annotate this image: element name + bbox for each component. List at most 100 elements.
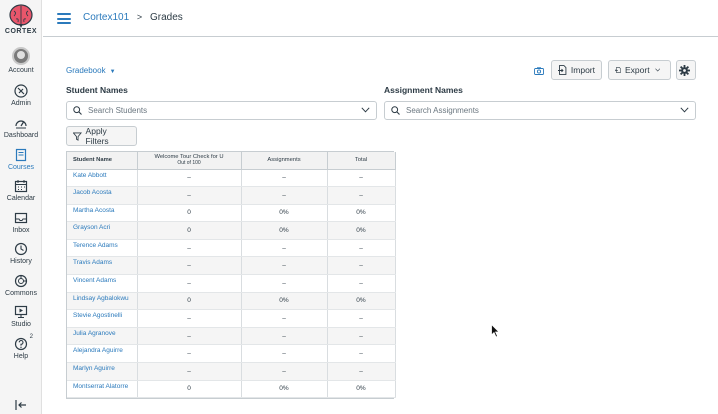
table-row: Kate Abbott – – –: [67, 169, 396, 188]
assignments-cell: –: [241, 274, 328, 293]
gradebook-menu[interactable]: Gradebook ▼: [66, 66, 116, 75]
nav-label: Courses: [7, 164, 35, 171]
assignments-cell: –: [241, 169, 328, 188]
collapse-icon: [15, 400, 26, 410]
student-name-link[interactable]: Martha Acosta: [67, 204, 138, 223]
menu-line: [57, 17, 71, 20]
grade-cell[interactable]: –: [137, 256, 242, 276]
assignments-cell: –: [241, 309, 328, 328]
table-row: Martha Acosta 0 0% 0%: [67, 204, 396, 223]
nav-label: History: [10, 258, 32, 265]
apply-filters-button[interactable]: Apply Filters: [66, 126, 137, 146]
nav-account[interactable]: Account: [0, 47, 42, 74]
student-name-link[interactable]: Terence Adams: [67, 239, 138, 258]
student-name-link[interactable]: Stevie Agostinelli: [67, 309, 138, 328]
search-assignments-placeholder: Search Assignments: [406, 106, 479, 115]
student-name-link[interactable]: Vincent Adams: [67, 274, 138, 293]
breadcrumb-separator: >: [136, 12, 143, 22]
student-name-link[interactable]: Grayson Acri: [67, 221, 138, 240]
student-name-link[interactable]: Travis Adams: [67, 256, 138, 276]
inbox-icon: [14, 212, 28, 224]
assignments-cell: 0%: [241, 380, 328, 399]
chevron-down-icon: [654, 68, 660, 72]
chevron-down-icon[interactable]: [361, 107, 370, 113]
apply-filters-label: Apply Filters: [85, 126, 109, 146]
import-button[interactable]: Import: [551, 60, 602, 80]
grade-cell[interactable]: –: [137, 362, 242, 381]
nav-admin[interactable]: Admin: [0, 84, 42, 107]
student-name-link[interactable]: Montserrat Alatorre: [67, 380, 138, 399]
column-header-assignments[interactable]: Assignments: [241, 152, 328, 170]
hamburger-menu-button[interactable]: [57, 13, 71, 24]
student-names-label: Student Names: [66, 85, 128, 95]
breadcrumb-current: Grades: [149, 12, 183, 23]
camera-icon[interactable]: [534, 67, 544, 75]
search-assignments-input[interactable]: Search Assignments: [384, 101, 696, 120]
total-cell: 0%: [327, 221, 396, 240]
nav-courses[interactable]: Courses: [0, 148, 42, 171]
grade-cell[interactable]: –: [137, 186, 242, 205]
import-label: Import: [570, 65, 595, 75]
assignments-cell: –: [241, 327, 328, 346]
total-cell: 0%: [327, 292, 396, 311]
nav-history[interactable]: History: [0, 242, 42, 265]
nav-dashboard[interactable]: Dashboard: [0, 116, 42, 139]
assignments-cell: –: [241, 362, 328, 381]
assignments-cell: 0%: [241, 221, 328, 240]
nav-inbox[interactable]: Inbox: [0, 211, 42, 234]
student-name-link[interactable]: Jacob Acosta: [67, 186, 138, 205]
nav-help[interactable]: 2 Help: [0, 334, 42, 360]
grade-cell[interactable]: –: [137, 309, 242, 328]
assignments-cell: –: [241, 344, 328, 364]
column-header-total[interactable]: Total: [327, 152, 396, 170]
nav-label: Commons: [5, 290, 37, 297]
student-name-link[interactable]: Marlyn Aguirre: [67, 362, 138, 381]
grade-cell[interactable]: –: [137, 327, 242, 346]
collapse-nav-button[interactable]: [0, 398, 42, 414]
nav-studio[interactable]: Studio: [0, 305, 42, 328]
export-button[interactable]: Export: [608, 60, 671, 80]
total-cell: –: [327, 344, 396, 364]
points-possible: Out of 100: [177, 160, 201, 167]
assignments-cell: 0%: [241, 292, 328, 311]
nav-label: Account: [8, 67, 34, 74]
nav-calendar[interactable]: Calendar: [0, 179, 42, 202]
table-row: Montserrat Alatorre 0 0% 0%: [67, 380, 396, 399]
search-icon: [391, 106, 400, 115]
column-header-label: Welcome Tour Check for U: [154, 153, 224, 160]
grade-cell[interactable]: 0: [137, 292, 242, 311]
assignments-cell: –: [241, 186, 328, 205]
breadcrumb-course-link[interactable]: Cortex101: [83, 12, 129, 23]
cortex-logo[interactable]: CORTEX: [4, 3, 38, 39]
student-name-link[interactable]: Alejandra Aguirre: [67, 344, 138, 364]
gradebook-settings-button[interactable]: [676, 60, 696, 80]
assignments-cell: –: [241, 256, 328, 276]
student-name-link[interactable]: Julia Agranove: [67, 327, 138, 346]
grade-cell[interactable]: 0: [137, 380, 242, 399]
table-row: Terence Adams – – –: [67, 239, 396, 258]
grade-cell[interactable]: –: [137, 239, 242, 258]
student-name-link[interactable]: Kate Abbott: [67, 169, 138, 188]
table-row: Jacob Acosta – – –: [67, 186, 396, 205]
shield-icon: [14, 84, 28, 98]
search-icon: [73, 106, 82, 115]
grade-cell[interactable]: –: [137, 274, 242, 293]
chevron-down-icon[interactable]: [680, 107, 689, 113]
assignment-names-label: Assignment Names: [384, 85, 463, 95]
table-row: Julia Agranove – – –: [67, 327, 396, 346]
column-header-student-name[interactable]: Student Name: [67, 152, 138, 170]
search-students-input[interactable]: Search Students: [66, 101, 377, 120]
grade-cell[interactable]: 0: [137, 221, 242, 240]
export-label: Export: [625, 65, 650, 75]
total-cell: –: [327, 362, 396, 381]
nav-commons[interactable]: Commons: [0, 274, 42, 297]
student-name-link[interactable]: Lindsay Agbalokwu: [67, 292, 138, 311]
total-cell: –: [327, 239, 396, 258]
grade-cell[interactable]: –: [137, 344, 242, 364]
total-cell: –: [327, 274, 396, 293]
grade-cell[interactable]: 0: [137, 204, 242, 223]
app: CORTEX Account Admin Dashboard Courses C…: [0, 0, 718, 414]
grade-cell[interactable]: –: [137, 169, 242, 188]
column-header-welcome-tour[interactable]: Welcome Tour Check for U Out of 100: [137, 152, 242, 170]
nav-label: Dashboard: [3, 132, 39, 139]
